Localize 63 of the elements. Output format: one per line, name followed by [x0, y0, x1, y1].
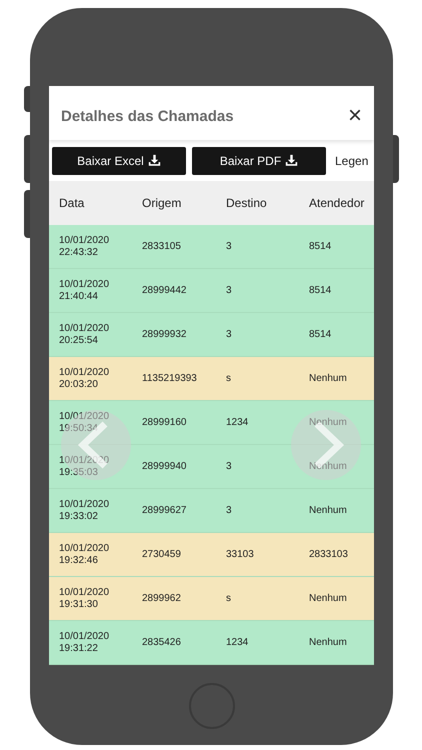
- destination-cell-text: 3: [226, 284, 233, 298]
- origin-cell-text: 28999627: [142, 504, 188, 518]
- destination-cell-text: 1234: [226, 416, 250, 430]
- attendant-cell-text: 2833103: [309, 548, 349, 562]
- attendant-cell-text: 8514: [309, 328, 332, 342]
- close-button[interactable]: ×: [348, 104, 362, 128]
- call-row[interactable]: 10/01/2020 19:35:03 28999940 3 Nenhum: [49, 445, 374, 489]
- origin-cell-text: 2833105: [142, 240, 182, 254]
- call-row[interactable]: 10/01/2020 19:31:22 2835426 1234 Nenhum: [49, 621, 374, 665]
- attendant-cell-text: 8514: [309, 240, 332, 254]
- attendant-cell-text: Nenhum: [309, 504, 348, 518]
- column-header: Atendedor: [309, 195, 366, 212]
- destination-cell-text: 33103: [226, 548, 255, 562]
- call-row[interactable]: 10/01/2020 22:43:32 2833105 3 8514: [49, 225, 374, 269]
- date-cell-text: 10/01/2020 21:40:44: [59, 278, 110, 302]
- call-row[interactable]: 10/01/2020 19:32:46 2730459 33103 2833103: [49, 533, 374, 577]
- origin-cell-text: 2899962: [142, 592, 182, 606]
- attendant-cell-text: Nenhum: [309, 372, 348, 386]
- origin-cell-text: 2835426: [142, 636, 182, 650]
- call-row[interactable]: 10/01/2020 20:25:54 28999932 3 8514: [49, 313, 374, 357]
- attendant-cell-text: Nenhum: [309, 460, 348, 474]
- origin-cell-text: 1135219393: [142, 372, 198, 386]
- attendant-cell-text: Nenhum: [309, 416, 348, 430]
- download-icon: [285, 154, 298, 168]
- origin-cell-text: 28999940: [142, 460, 188, 474]
- destination-cell-text: s: [226, 372, 232, 386]
- date-cell-text: 10/01/2020 19:35:03: [59, 454, 110, 478]
- call-row[interactable]: 10/01/2020 19:31:30 2899962 s Nenhum: [49, 577, 374, 621]
- origin-cell-text: 2730459: [142, 548, 182, 562]
- next-arrow-icon[interactable]: [291, 410, 361, 480]
- destination-cell-text: 3: [226, 328, 233, 342]
- download-button[interactable]: Baixar PDF: [192, 146, 326, 175]
- origin-cell-text: 28999932: [142, 328, 188, 342]
- date-cell-text: 10/01/2020 22:43:32: [59, 234, 110, 258]
- date-cell-text: 10/01/2020 20:25:54: [59, 322, 110, 346]
- call-row[interactable]: 10/01/2020 20:03:20 1135219393 s Nenhum: [49, 357, 374, 401]
- date-cell-text: 10/01/2020 19:32:46: [59, 542, 110, 566]
- attendant-cell-text: Nenhum: [309, 636, 348, 650]
- destination-cell-text: 1234: [226, 636, 250, 650]
- download-button[interactable]: Baixar Excel: [52, 146, 186, 175]
- date-cell-text: 10/01/2020 20:03:20: [59, 366, 110, 390]
- call-row[interactable]: 10/01/2020 21:40:44 28999442 3 8514: [49, 269, 374, 313]
- call-row[interactable]: 10/01/2020 19:33:02 28999627 3 Nenhum: [49, 489, 374, 533]
- attendant-cell-text: Nenhum: [309, 592, 348, 606]
- call-row[interactable]: 10/01/2020 19:50:34 28999160 1234 Nenhum: [49, 401, 374, 445]
- dialog-title: Detalhes das Chamadas: [61, 106, 234, 127]
- destination-cell-text: 3: [226, 240, 233, 254]
- destination-cell-text: 3: [226, 460, 233, 474]
- destination-cell-text: s: [226, 592, 232, 606]
- date-cell-text: 10/01/2020 19:31:30: [59, 586, 110, 610]
- column-header: Destino: [226, 195, 268, 212]
- date-cell-text: 10/01/2020 19:50:34: [59, 410, 110, 434]
- column-header: Data: [59, 195, 86, 212]
- origin-cell-text: 28999160: [142, 416, 188, 430]
- attendant-cell-text: 8514: [309, 284, 332, 298]
- origin-cell-text: 28999442: [142, 284, 188, 298]
- previous-arrow-icon[interactable]: [61, 410, 131, 480]
- legend-link[interactable]: Legen: [335, 152, 368, 170]
- date-cell-text: 10/01/2020 19:33:02: [59, 498, 110, 522]
- column-header: Origem: [142, 195, 182, 212]
- date-cell-text: 10/01/2020 19:31:22: [59, 630, 110, 654]
- download-icon: [148, 154, 161, 168]
- destination-cell-text: 3: [226, 504, 233, 518]
